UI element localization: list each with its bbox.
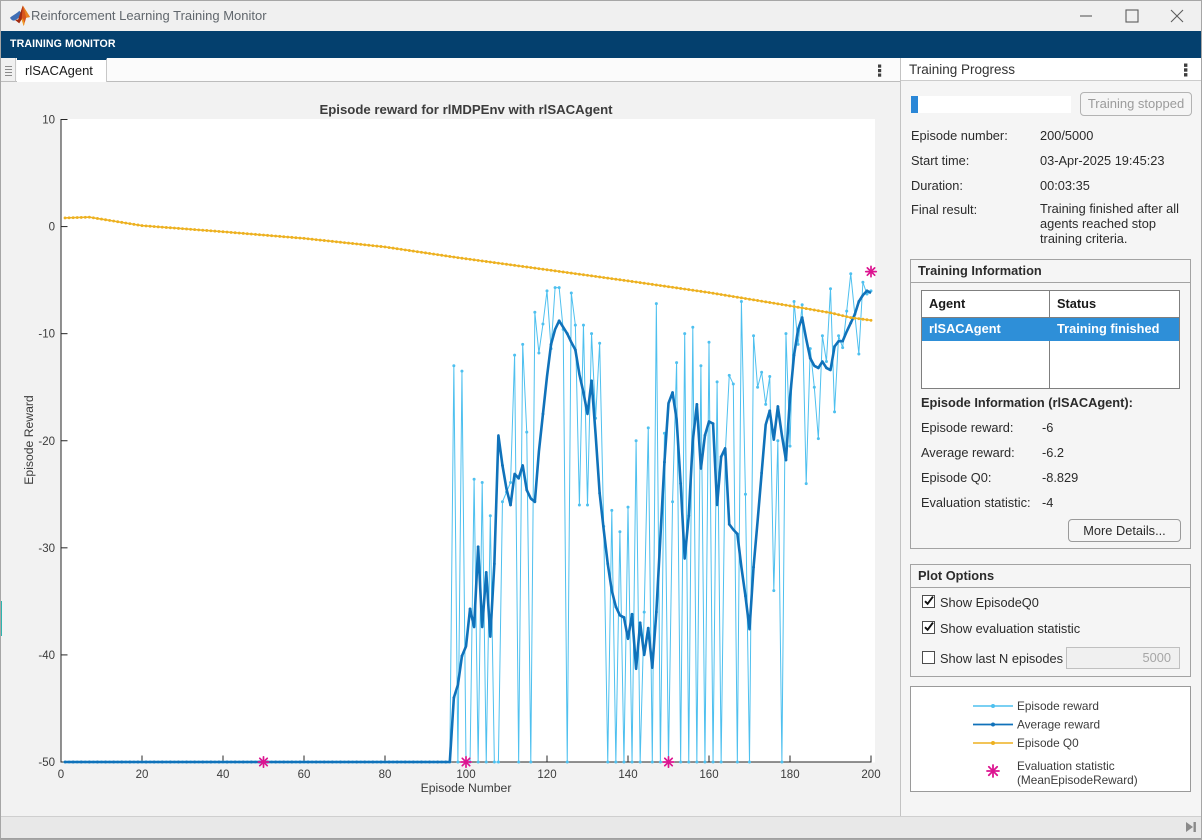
- svg-text:80: 80: [379, 769, 392, 781]
- svg-text:20: 20: [136, 769, 149, 781]
- svg-text:-30: -30: [38, 543, 55, 555]
- svg-text:Episode Q0: Episode Q0: [1017, 736, 1079, 750]
- svg-text:Episode reward for rlMDPEnv wi: Episode reward for rlMDPEnv with rlSACAg…: [319, 102, 613, 117]
- svg-text:-50: -50: [38, 757, 55, 769]
- svg-text:-20: -20: [38, 436, 55, 448]
- svg-text:-40: -40: [38, 650, 55, 662]
- svg-text:140: 140: [618, 769, 637, 781]
- svg-text:180: 180: [780, 769, 799, 781]
- svg-text:40: 40: [217, 769, 230, 781]
- svg-text:160: 160: [699, 769, 718, 781]
- svg-text:Evaluation statistic: Evaluation statistic: [1017, 759, 1115, 773]
- svg-text:200: 200: [861, 769, 880, 781]
- svg-text:0: 0: [49, 222, 55, 234]
- svg-text:(MeanEpisodeReward): (MeanEpisodeReward): [1017, 773, 1138, 787]
- svg-text:60: 60: [298, 769, 311, 781]
- svg-text:100: 100: [456, 769, 475, 781]
- svg-text:Episode reward: Episode reward: [1017, 699, 1099, 713]
- svg-text:0: 0: [58, 769, 64, 781]
- svg-text:Episode Reward: Episode Reward: [22, 395, 36, 484]
- svg-text:Average reward: Average reward: [1017, 718, 1100, 732]
- svg-text:120: 120: [537, 769, 556, 781]
- svg-text:Episode Number: Episode Number: [421, 781, 512, 795]
- svg-text:10: 10: [42, 115, 55, 127]
- svg-text:-10: -10: [38, 329, 55, 341]
